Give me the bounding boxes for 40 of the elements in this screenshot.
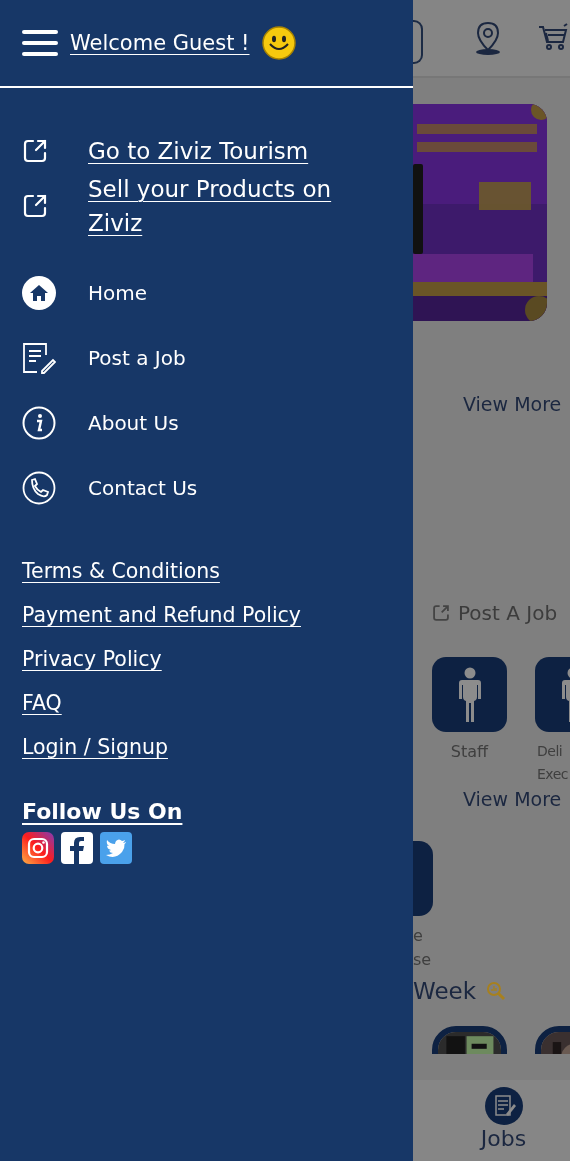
search-field[interactable]	[413, 20, 423, 64]
external-link[interactable]: Go to Ziviz Tourism	[88, 134, 348, 168]
external-link-icon	[432, 604, 450, 622]
view-more-link[interactable]: View More	[413, 393, 570, 415]
external-link-icon	[22, 138, 48, 164]
footer-link[interactable]: FAQ	[22, 689, 62, 718]
external-link[interactable]: Sell your Products on Ziviz	[88, 172, 348, 240]
section-title: Week	[413, 978, 476, 1004]
footer-link[interactable]: Privacy Policy	[22, 645, 162, 674]
home-icon	[22, 276, 56, 310]
person-icon	[456, 666, 483, 723]
footer-link[interactable]: Payment and Refund Policy	[22, 601, 301, 630]
external-link-icon	[22, 193, 48, 219]
smiley-icon	[261, 26, 296, 60]
footer-link[interactable]: Terms & Conditions	[22, 557, 220, 586]
cart-icon[interactable]	[538, 23, 568, 51]
menu-item[interactable]: About Us	[88, 411, 179, 435]
location-pin-icon[interactable]	[474, 21, 502, 55]
document-pen-icon	[22, 341, 56, 375]
view-more-link[interactable]: View More	[413, 788, 570, 810]
welcome-title[interactable]: Welcome Guest !	[70, 31, 250, 55]
nav-label[interactable]: Jobs	[480, 1126, 527, 1151]
jobs-icon[interactable]	[484, 1087, 523, 1125]
category-label: Deli Exec	[537, 742, 568, 784]
menu-item[interactable]: Home	[88, 281, 148, 305]
facebook-icon[interactable]	[61, 832, 93, 864]
category-label: e se	[413, 925, 433, 971]
twitter-icon[interactable]	[100, 832, 132, 864]
magnifier-chart-icon	[486, 981, 506, 1001]
follow-heading: Follow Us On	[21, 798, 184, 824]
footer-link[interactable]: Login / Signup	[22, 733, 168, 762]
instagram-icon[interactable]	[22, 832, 54, 864]
category-tile[interactable]	[413, 841, 433, 916]
menu-icon[interactable]	[22, 29, 58, 57]
info-icon	[22, 406, 56, 440]
menu-item[interactable]: Contact Us	[88, 476, 198, 500]
phone-icon	[22, 471, 56, 505]
category-label: Staff	[450, 741, 489, 763]
menu-item[interactable]: Post a Job	[88, 346, 186, 370]
category-tile[interactable]	[432, 657, 507, 732]
